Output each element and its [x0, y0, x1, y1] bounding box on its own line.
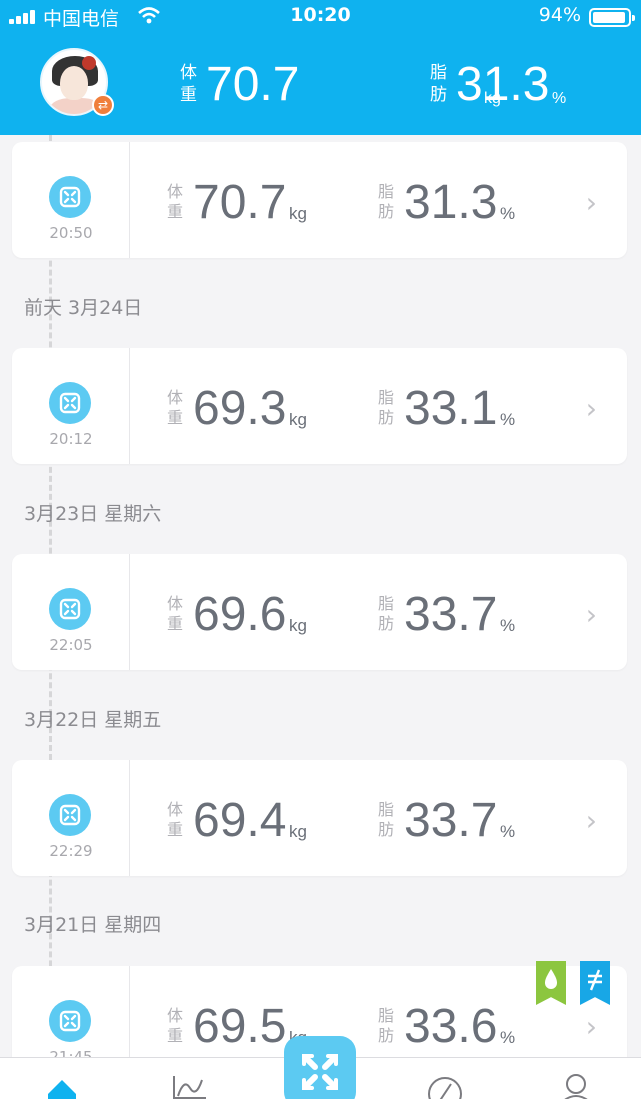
record-fat-unit: %	[500, 822, 516, 841]
profile-icon[interactable]	[556, 1072, 596, 1099]
record-weight-label: 体重	[167, 1006, 184, 1045]
record-weight-value: 69.5	[193, 1000, 287, 1053]
record-date: 前天 3月24日	[24, 297, 143, 319]
record-left-panel: 20:12	[12, 348, 130, 464]
record-weight-unit: kg	[289, 822, 307, 841]
scale-icon	[49, 588, 91, 630]
record-time: 20:50	[49, 224, 93, 242]
header-weight-value: 70.7	[206, 58, 300, 111]
scale-icon[interactable]	[284, 1036, 356, 1099]
chevron-right-icon[interactable]: ›	[586, 186, 597, 219]
record-fat-value: 33.7	[404, 588, 498, 641]
chevron-right-icon[interactable]: ›	[586, 804, 597, 837]
record-weight-unit: kg	[289, 616, 307, 635]
record-left-panel: 20:50	[12, 142, 130, 258]
record-date: 3月23日 星期六	[24, 503, 162, 525]
record-weight-value: 69.6	[193, 588, 287, 641]
record-time: 22:29	[49, 842, 93, 860]
battery-icon	[589, 8, 635, 27]
record-fat-label: 脂肪	[378, 1006, 395, 1045]
record-card[interactable]: 22:29 体重 69.4 kg 脂肪 33.7% ›	[12, 760, 627, 876]
record-weight-value: 69.3	[193, 382, 287, 435]
record-card[interactable]: 22:05 体重 69.6 kg 脂肪 33.7% ›	[12, 554, 627, 670]
record-fat-unit: %	[500, 616, 516, 635]
record-weight-label: 体重	[167, 182, 184, 221]
header-fat-unit: %	[552, 90, 567, 107]
home-icon[interactable]	[42, 1072, 82, 1099]
record-fat-value: 31.3	[404, 176, 498, 229]
swap-icon[interactable]: ⇄	[92, 94, 114, 116]
record-fat-value: 33.7	[404, 794, 498, 847]
record-weight-value: 70.7	[193, 176, 287, 229]
record-card[interactable]: 20:12 体重 69.3 kg 脂肪 33.1% ›	[12, 348, 627, 464]
record-date: 3月21日 星期四	[24, 914, 162, 936]
record-fat-value: 33.1	[404, 382, 498, 435]
chevron-right-icon[interactable]: ›	[586, 598, 597, 631]
record-weight-label: 体重	[167, 800, 184, 839]
record-fat-label: 脂肪	[378, 388, 395, 427]
record-weight-unit: kg	[289, 204, 307, 223]
scale-icon	[49, 1000, 91, 1042]
record-fat-unit: %	[500, 1028, 516, 1047]
chevron-right-icon[interactable]: ›	[586, 1010, 597, 1043]
record-card[interactable]: 20:50 体重 70.7 kg 脂肪 31.3% ›	[12, 142, 627, 258]
record-fat-unit: %	[500, 204, 516, 223]
chevron-right-icon[interactable]: ›	[586, 392, 597, 425]
record-weight-unit: kg	[289, 410, 307, 429]
header-fat-label: 脂肪	[430, 63, 447, 105]
header-bar: 中国电信 10:20 94% ⇄ 体重 70.7 kg 脂肪 31.3 %	[0, 0, 641, 135]
discover-icon[interactable]	[425, 1072, 465, 1099]
record-left-panel: 22:29	[12, 760, 130, 876]
record-time: 20:12	[49, 430, 93, 448]
trend-icon[interactable]	[170, 1072, 210, 1099]
record-weight-label: 体重	[167, 594, 184, 633]
status-bar: 中国电信 10:20 94%	[0, 0, 641, 34]
record-fat-label: 脂肪	[378, 800, 395, 839]
record-fat-label: 脂肪	[378, 182, 395, 221]
battery-percent: 94%	[538, 4, 581, 26]
record-fat-value: 33.6	[404, 1000, 498, 1053]
record-weight-label: 体重	[167, 388, 184, 427]
record-time: 22:05	[49, 636, 93, 654]
record-fat-label: 脂肪	[378, 594, 395, 633]
header-fat-value: 31.3	[456, 58, 550, 111]
header-weight-label: 体重	[180, 63, 197, 105]
record-date: 3月22日 星期五	[24, 709, 162, 731]
record-fat-unit: %	[500, 410, 516, 429]
record-weight-value: 69.4	[193, 794, 287, 847]
record-left-panel: 22:05	[12, 554, 130, 670]
scale-icon	[49, 794, 91, 836]
scale-icon	[49, 382, 91, 424]
scale-icon	[49, 176, 91, 218]
